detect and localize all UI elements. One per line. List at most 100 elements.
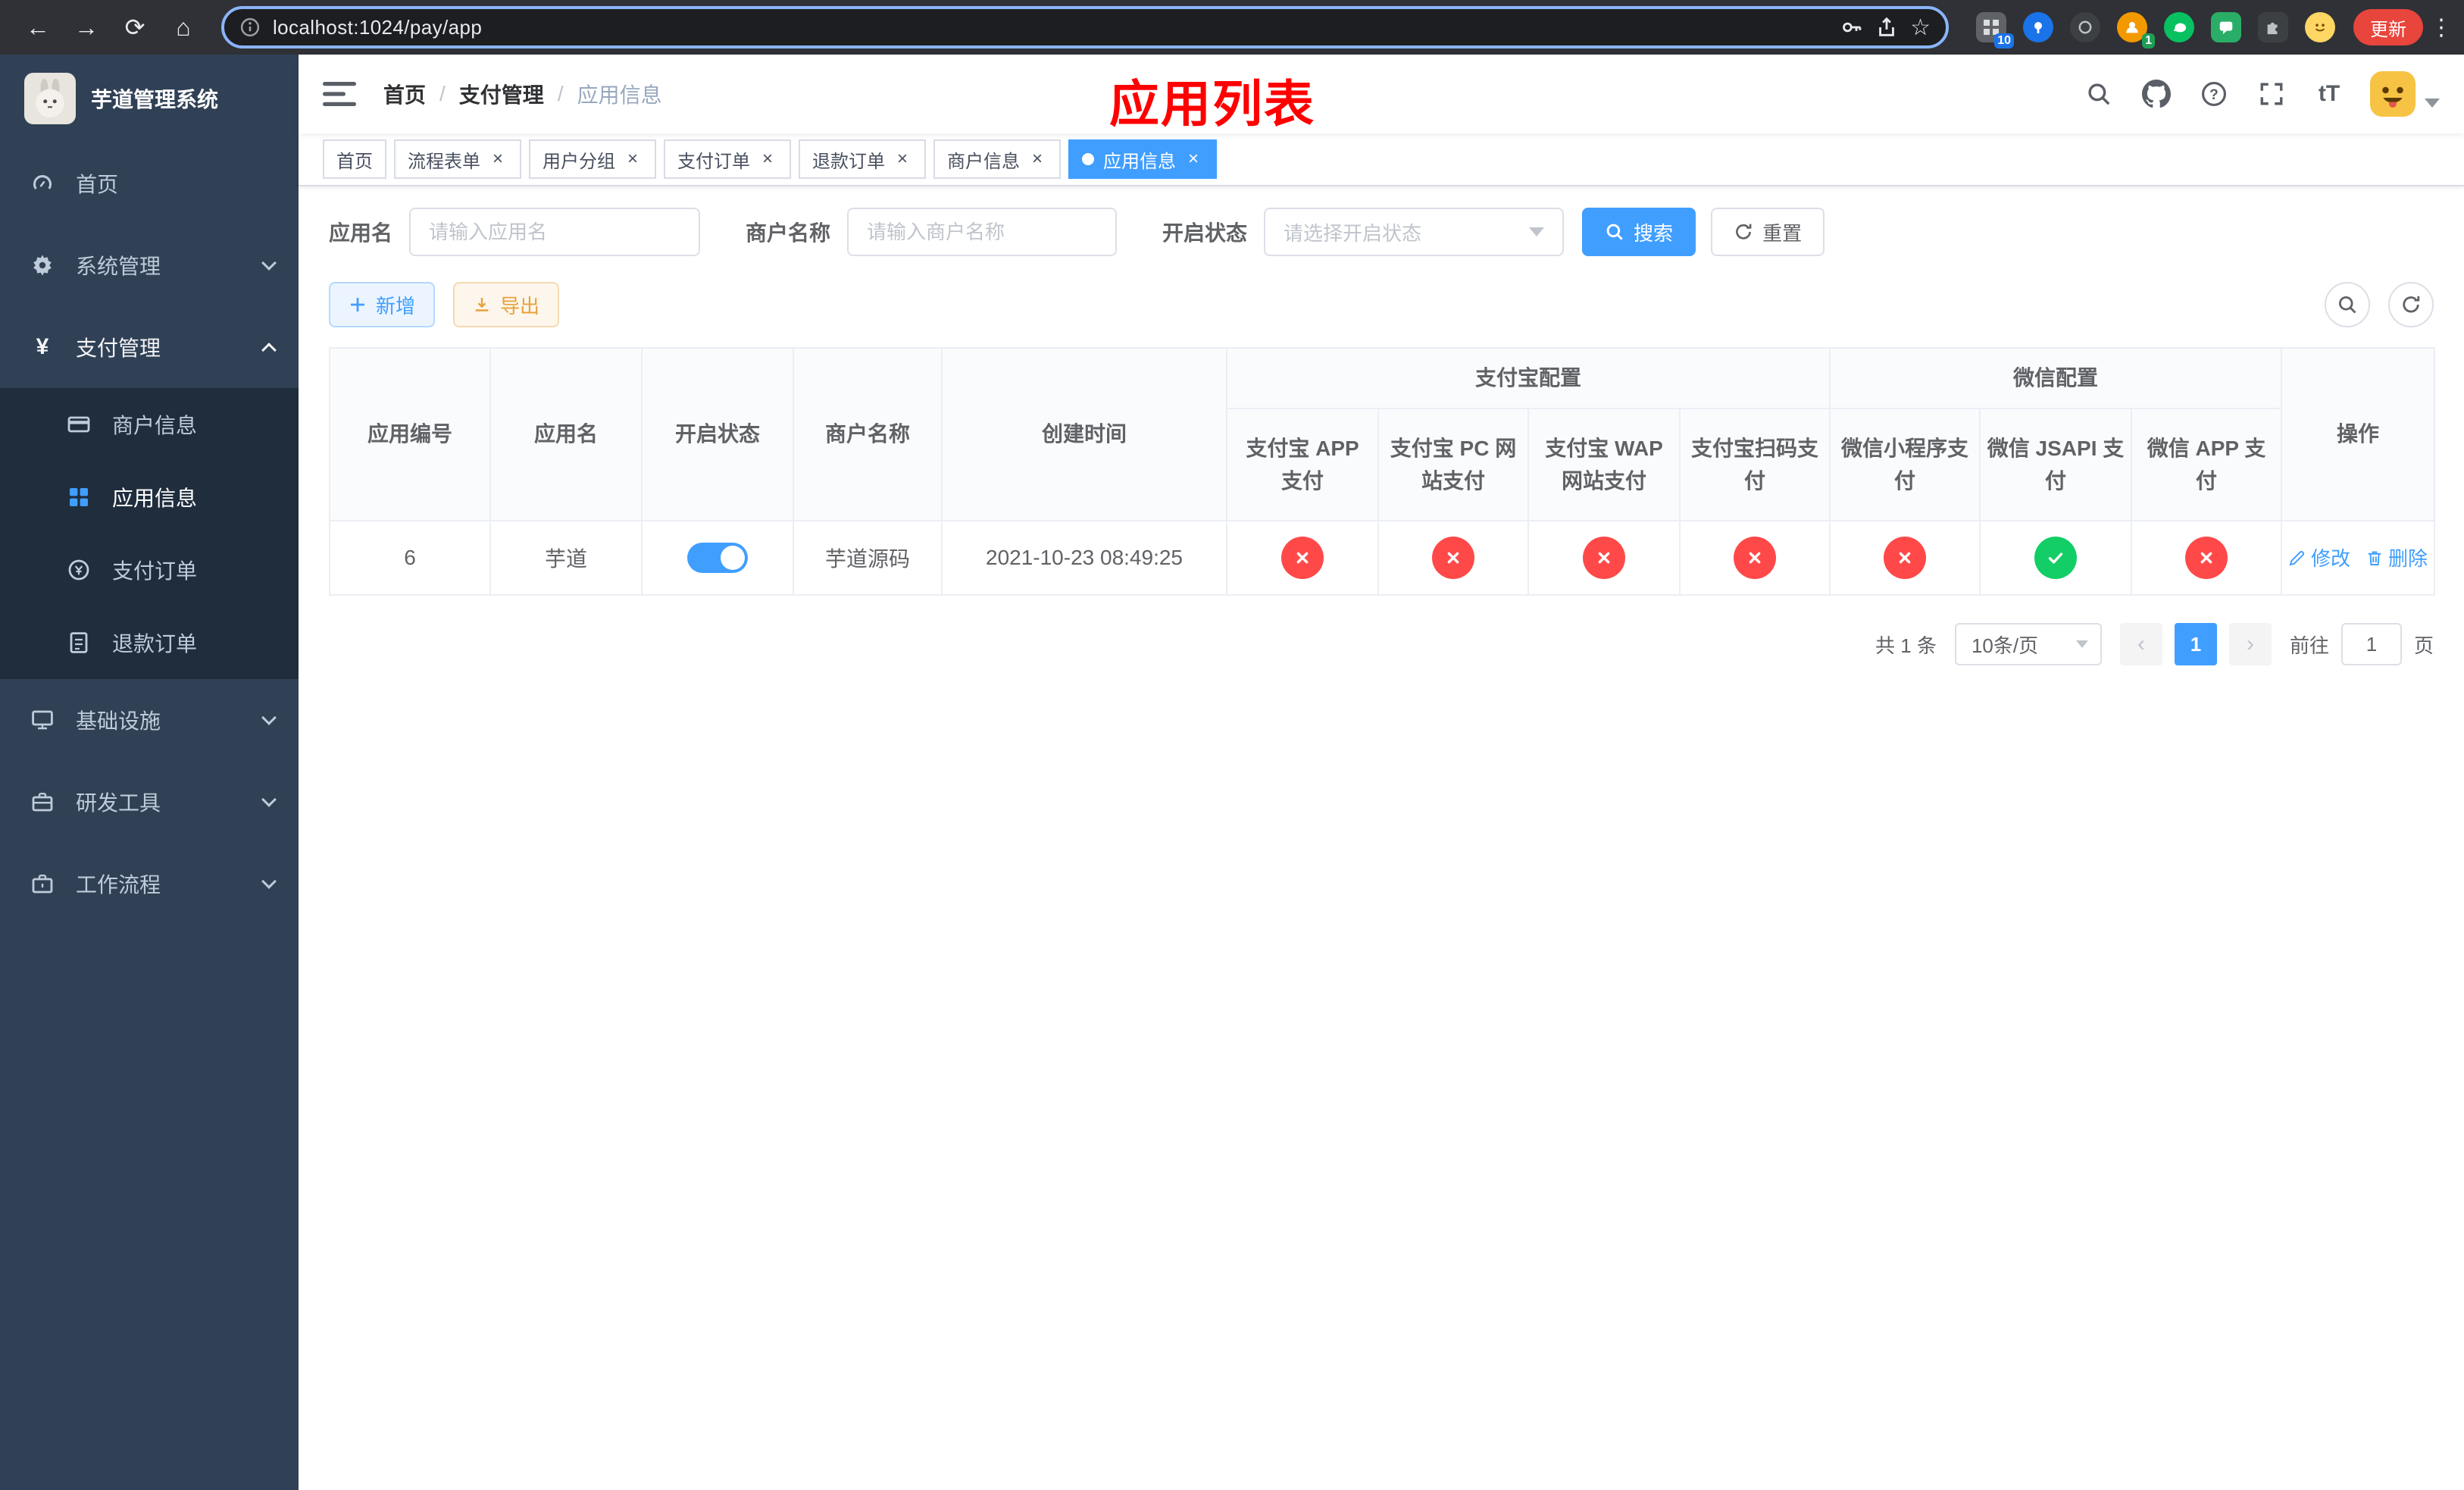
column-header-wechat-mini: 微信小程序支付	[1829, 408, 1981, 521]
column-header-created: 创建时间	[941, 347, 1227, 521]
ext-emoji-icon[interactable]	[2305, 12, 2335, 42]
sidebar-item-app-info[interactable]: 应用信息	[0, 461, 299, 534]
content-area: 应用名 商户名称 开启状态 请选择开启状态 搜索 重置	[299, 186, 2464, 1490]
browser-update-button[interactable]: 更新	[2353, 9, 2423, 45]
export-button[interactable]: 导出	[453, 282, 560, 327]
chevron-down-icon	[261, 710, 277, 725]
reset-button-label: 重置	[1762, 221, 1803, 245]
edit-button[interactable]: 修改	[2288, 543, 2350, 571]
wechat-app-status-icon	[2185, 537, 2228, 579]
back-icon[interactable]: ←	[15, 6, 61, 49]
app-name-input[interactable]	[409, 208, 701, 256]
fullscreen-icon[interactable]	[2255, 77, 2288, 111]
info-icon[interactable]	[239, 17, 261, 38]
tab-process-form[interactable]: 流程表单	[394, 139, 521, 179]
enabled-toggle[interactable]	[687, 543, 748, 573]
pagination: 共 1 条 10条/页 ‹ 1 › 前往 页	[329, 623, 2434, 665]
column-header-actions: 操作	[2281, 347, 2436, 521]
close-icon[interactable]	[488, 149, 508, 169]
close-icon[interactable]	[758, 149, 777, 169]
ext-pin-icon[interactable]	[2023, 12, 2053, 42]
search-button[interactable]: 搜索	[1582, 208, 1696, 256]
add-button[interactable]: 新增	[329, 282, 436, 327]
cell-created: 2021-10-23 08:49:25	[941, 520, 1227, 596]
tab-user-group[interactable]: 用户分组	[529, 139, 656, 179]
user-menu[interactable]	[2370, 71, 2440, 117]
cell-merchant: 芋道源码	[793, 520, 943, 596]
reload-icon[interactable]: ⟳	[112, 6, 158, 49]
help-icon[interactable]: ?	[2197, 77, 2231, 111]
reset-button[interactable]: 重置	[1711, 208, 1825, 256]
page-number-button[interactable]: 1	[2174, 623, 2217, 665]
key-icon[interactable]	[1840, 16, 1863, 39]
refund-doc-icon	[67, 631, 91, 655]
refresh-icon[interactable]	[2388, 282, 2434, 327]
cell-actions: 修改 删除	[2281, 520, 2436, 596]
breadcrumb-payment[interactable]: 支付管理	[459, 79, 544, 109]
sidebar-item-workflow[interactable]: 工作流程	[0, 843, 299, 925]
caret-down-icon	[2425, 99, 2440, 108]
ext-avatar-icon[interactable]: 1	[2117, 12, 2155, 49]
close-icon[interactable]	[623, 149, 643, 169]
sidebar-item-home[interactable]: 首页	[0, 142, 299, 224]
tab-home[interactable]: 首页	[323, 139, 386, 179]
gear-icon	[30, 253, 55, 277]
prev-page-button[interactable]: ‹	[2119, 623, 2162, 665]
close-icon[interactable]	[1027, 149, 1047, 169]
sidebar-item-merchant-info[interactable]: 商户信息	[0, 388, 299, 461]
table-row: 6 芋道 芋道源码 2021-10-23 08:49:25 修改 删除	[329, 520, 2436, 596]
alipay-wap-status-icon	[1583, 537, 1625, 579]
tab-refund-orders[interactable]: 退款订单	[799, 139, 926, 179]
page-size-select[interactable]: 10条/页	[1954, 623, 2102, 665]
sidebar-item-payment[interactable]: ¥ 支付管理	[0, 306, 299, 388]
sidebar-item-dev-tools[interactable]: 研发工具	[0, 761, 299, 843]
address-bar[interactable]: localhost:1024/pay/app ☆	[221, 6, 1949, 49]
ext-puzzle-icon[interactable]	[2258, 12, 2288, 42]
close-icon[interactable]	[1184, 149, 1203, 169]
tab-payment-orders[interactable]: 支付订单	[664, 139, 791, 179]
group-header-wechat: 微信配置	[1829, 347, 2283, 409]
toolbox-icon	[30, 790, 55, 814]
merchant-name-input[interactable]	[847, 208, 1118, 256]
avatar[interactable]	[2370, 71, 2416, 117]
delete-button[interactable]: 删除	[2366, 543, 2428, 571]
star-icon[interactable]: ☆	[1910, 14, 1931, 41]
ext-wechat-icon[interactable]	[2164, 12, 2194, 42]
tab-merchant-info[interactable]: 商户信息	[933, 139, 1061, 179]
ext-grid-icon[interactable]: 10	[1976, 12, 2014, 49]
ext-chat-icon[interactable]	[2211, 12, 2241, 42]
sidebar-item-payment-orders[interactable]: 支付订单	[0, 534, 299, 606]
tab-app-info[interactable]: 应用信息	[1068, 139, 1217, 179]
goto-page-input[interactable]	[2340, 623, 2402, 665]
breadcrumb-home[interactable]: 首页	[383, 79, 426, 109]
sidebar-item-refund-orders[interactable]: 退款订单	[0, 606, 299, 679]
goto-suffix: 页	[2413, 634, 2434, 657]
app-table: 应用编号 应用名 开启状态 商户名称 创建时间 支付宝配置 微信配置 操作 支付…	[329, 347, 2436, 596]
url-text[interactable]: localhost:1024/pay/app	[273, 16, 1828, 39]
browser-menu-icon[interactable]: ⋮	[2426, 14, 2456, 41]
sidebar-item-label: 支付管理	[76, 337, 161, 360]
alipay-qr-status-icon	[1734, 537, 1776, 579]
share-icon[interactable]	[1875, 16, 1898, 39]
search-icon[interactable]	[2082, 77, 2115, 111]
column-header-alipay-pc: 支付宝 PC 网站支付	[1377, 408, 1529, 521]
font-size-icon[interactable]: tT	[2312, 77, 2346, 111]
github-icon[interactable]	[2140, 77, 2173, 111]
sidebar-item-system[interactable]: 系统管理	[0, 224, 299, 306]
ext-dark-icon[interactable]	[2070, 12, 2100, 42]
toggle-search-icon[interactable]	[2325, 282, 2370, 327]
close-icon[interactable]	[893, 149, 912, 169]
app-logo[interactable]: 芋道管理系统	[0, 55, 299, 142]
column-header-alipay-wap: 支付宝 WAP 网站支付	[1527, 408, 1681, 521]
cell-enabled	[641, 520, 794, 596]
sidebar-item-infrastructure[interactable]: 基础设施	[0, 679, 299, 761]
sidebar-item-label: 研发工具	[76, 791, 161, 815]
status-select[interactable]: 请选择开启状态	[1264, 208, 1565, 256]
sidebar-toggle-icon[interactable]	[323, 80, 356, 108]
grid-icon	[67, 485, 91, 509]
next-page-button[interactable]: ›	[2228, 623, 2272, 665]
sidebar-item-label: 基础设施	[76, 709, 161, 733]
alipay-pc-status-icon	[1432, 537, 1474, 579]
forward-icon[interactable]: →	[64, 6, 109, 49]
home-icon[interactable]: ⌂	[161, 6, 206, 49]
